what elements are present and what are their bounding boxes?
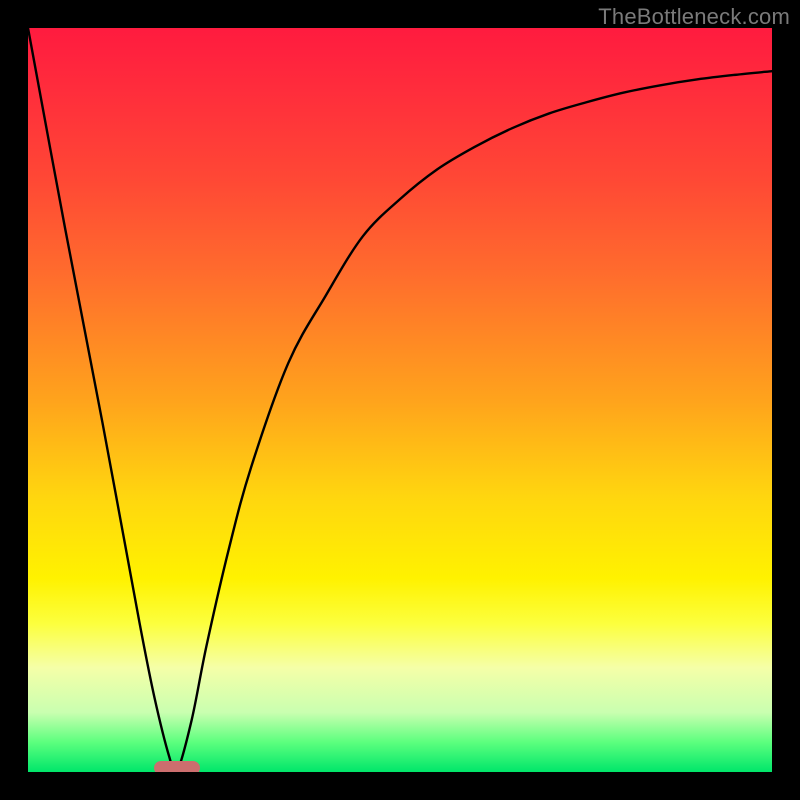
watermark-text: TheBottleneck.com <box>598 4 790 30</box>
chart-frame: TheBottleneck.com <box>0 0 800 800</box>
plot-area <box>28 28 772 772</box>
optimal-point-marker <box>154 761 200 772</box>
bottleneck-curve <box>28 28 772 772</box>
